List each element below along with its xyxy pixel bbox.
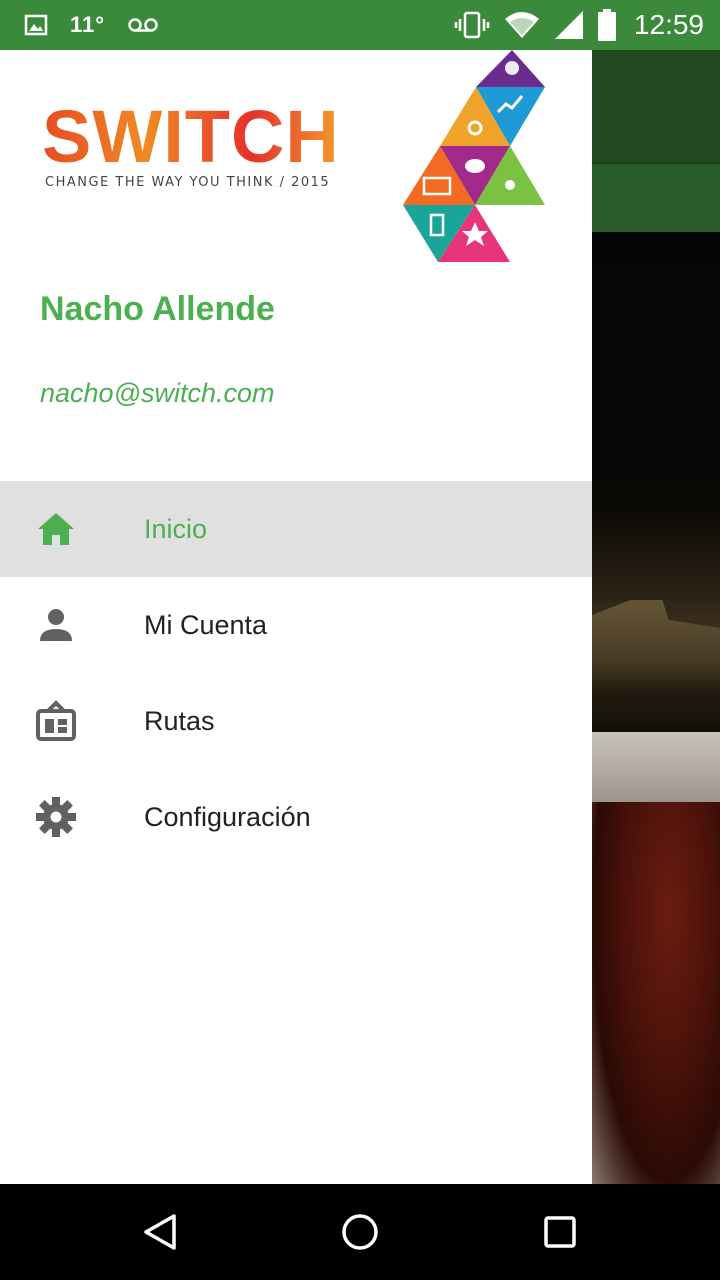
system-nav-bar — [0, 1184, 720, 1280]
user-name: Nacho Allende — [40, 290, 275, 328]
temperature-text: 11° — [70, 12, 106, 37]
gear-icon — [36, 797, 76, 837]
menu-item-inicio[interactable]: Inicio — [0, 481, 592, 577]
background-tabs — [592, 162, 720, 232]
menu-label-rutas: Rutas — [144, 706, 215, 736]
switch-logo-text: SWITCH — [42, 95, 340, 178]
status-bar: 11° 12:59 — [0, 0, 720, 50]
home-icon — [38, 513, 74, 545]
background-toolbar — [592, 50, 720, 162]
menu-item-configuracion[interactable]: Configuración — [0, 769, 592, 865]
voicemail-icon — [128, 18, 158, 32]
signal-icon — [554, 11, 583, 39]
back-icon[interactable] — [136, 1208, 184, 1256]
image-icon — [24, 14, 48, 36]
menu-label-configuracion: Configuración — [144, 802, 311, 832]
drawer-header: SWITCH CHANGE THE WAY YOU THINK / 2015 N… — [0, 50, 592, 481]
clock-text: 12:59 — [633, 9, 704, 40]
menu-item-rutas[interactable]: Rutas — [0, 673, 592, 769]
drawer-menu: Inicio Mi Cuenta Rutas Configuración — [0, 481, 592, 865]
menu-item-mi-cuenta[interactable]: Mi Cuenta — [0, 577, 592, 673]
recents-icon[interactable] — [536, 1208, 584, 1256]
battery-icon — [597, 9, 616, 41]
switch-triangle-logo-icon — [403, 50, 545, 262]
person-icon — [40, 609, 72, 641]
routes-icon — [36, 700, 76, 741]
background-plate-rim — [592, 732, 720, 802]
menu-label-inicio: Inicio — [144, 514, 208, 544]
vibrate-icon — [454, 11, 490, 39]
home-circle-icon[interactable] — [336, 1208, 384, 1256]
menu-label-mi-cuenta: Mi Cuenta — [144, 610, 268, 640]
wifi-icon — [504, 12, 539, 38]
user-email: nacho@switch.com — [40, 378, 275, 408]
navigation-drawer: SWITCH CHANGE THE WAY YOU THINK / 2015 N… — [0, 50, 592, 1184]
switch-logo-tagline: CHANGE THE WAY YOU THINK / 2015 — [45, 175, 331, 190]
background-app[interactable] — [592, 50, 720, 1184]
